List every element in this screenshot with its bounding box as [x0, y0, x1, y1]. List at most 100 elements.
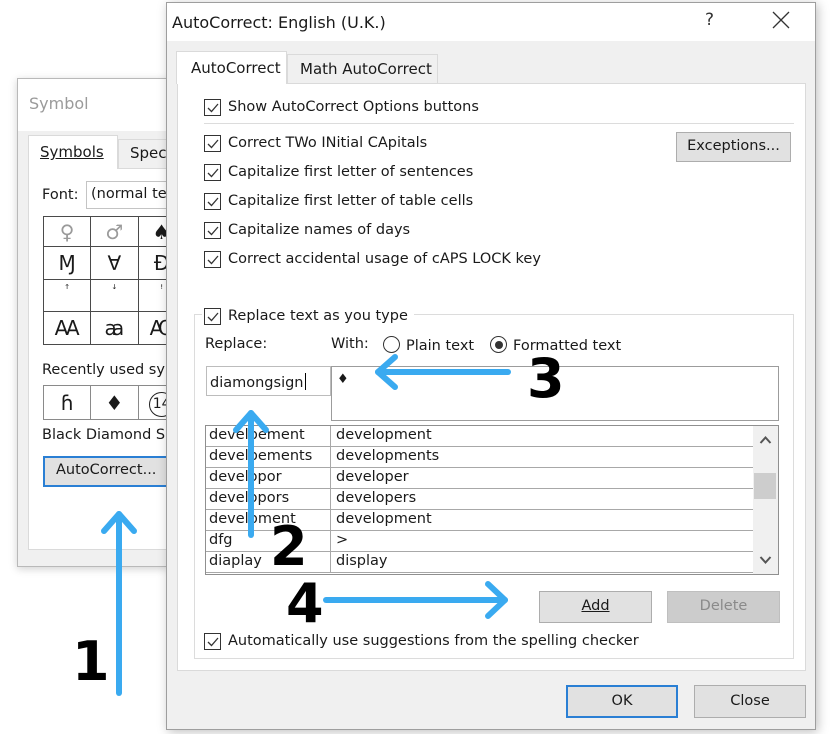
autocorrect-button[interactable]: AutoCorrect... — [43, 456, 168, 487]
symbol-cell[interactable]: ♠ — [137, 216, 168, 247]
entry-replace: develpements — [209, 448, 313, 464]
column-divider — [330, 552, 331, 573]
recent-symbols: ɦ ♦ 14 Ø — [42, 385, 168, 420]
chevron-up-icon[interactable] — [753, 428, 778, 452]
entry-with: developments — [336, 448, 440, 464]
symbol-grid: ♀ ♂ ♠ ♣ Ɱ ∀ Ɖ ⱱ ꜛ ꜜ ꜝ ꜟ Ꜳ ꜳ Ꜵ ꜵ — [42, 216, 168, 345]
help-button[interactable]: ? — [705, 10, 714, 30]
entry-replace: develpment — [209, 511, 296, 527]
add-button[interactable]: Add — [539, 591, 652, 623]
replace-as-you-type-checkbox[interactable] — [204, 307, 221, 325]
list-item[interactable]: develpement development — [206, 426, 753, 447]
symbol-cell[interactable]: ꜜ — [90, 279, 139, 312]
step-number-2: 2 — [270, 515, 308, 578]
show-options-checkbox[interactable] — [204, 98, 221, 116]
show-options-label: Show AutoCorrect Options buttons — [228, 99, 479, 115]
entry-with: development — [336, 511, 432, 527]
close-icon[interactable] — [767, 8, 795, 34]
exceptions-button[interactable]: Exceptions... — [676, 132, 791, 162]
option-checkbox[interactable] — [204, 134, 221, 152]
option-checkbox[interactable] — [204, 192, 221, 210]
entry-with: developer — [336, 469, 409, 485]
font-label: Font: — [42, 187, 79, 203]
step-number-4: 4 — [286, 572, 324, 635]
autocorrect-dialog: AutoCorrect: English (U.K.) ? AutoCorrec… — [166, 2, 816, 730]
entry-replace: diaplay — [209, 553, 262, 569]
symbol-cell[interactable]: ꜳ — [90, 311, 139, 345]
symbol-cell[interactable]: ∀ — [90, 246, 139, 280]
autocorrect-button-label: AutoCorrect... — [56, 462, 157, 478]
font-select[interactable]: (normal text) — [86, 181, 168, 209]
show-options-row: Show AutoCorrect Options buttons — [204, 96, 479, 118]
plain-text-option[interactable]: Plain text — [383, 336, 474, 354]
symbol-tabs: Symbols Speci — [28, 135, 168, 169]
spelling-suggestions-row: Automatically use suggestions from the s… — [204, 630, 639, 652]
tab-special-characters[interactable]: Speci — [118, 139, 168, 169]
step-number-3: 3 — [527, 347, 565, 410]
list-item[interactable]: developor developer — [206, 468, 753, 489]
entry-with: developers — [336, 490, 417, 506]
recent-symbol-cell[interactable]: ♦ — [90, 385, 139, 420]
column-divider — [330, 531, 331, 552]
spelling-suggestions-label: Automatically use suggestions from the s… — [228, 633, 639, 649]
symbol-cell[interactable]: ꜝ — [137, 279, 168, 312]
option-checkbox[interactable] — [204, 163, 221, 181]
column-divider — [330, 426, 331, 447]
recent-symbol-cell[interactable]: 14 — [137, 385, 168, 420]
spelling-suggestions-checkbox[interactable] — [204, 632, 221, 650]
symbol-cell[interactable]: ꜛ — [42, 279, 92, 312]
tab-math-autocorrect[interactable]: Math AutoCorrect — [287, 54, 438, 84]
scrollbar-thumb[interactable] — [754, 473, 776, 499]
option-label: Correct accidental usage of cAPS LOCK ke… — [228, 251, 541, 267]
option-label: Capitalize first letter of table cells — [228, 193, 474, 209]
replace-as-you-type-label: Replace text as you type — [228, 308, 408, 324]
list-scrollbar[interactable] — [753, 426, 778, 574]
plain-text-radio[interactable] — [383, 336, 400, 353]
formatted-text-radio[interactable] — [490, 336, 507, 353]
replace-input-value: diamongsign — [210, 375, 304, 391]
replace-as-you-type-row: Replace text as you type — [204, 305, 408, 327]
symbol-cell[interactable]: Ɱ — [42, 246, 92, 280]
option-checkbox[interactable] — [204, 250, 221, 268]
title-bar: AutoCorrect: English (U.K.) ? — [167, 3, 815, 41]
replace-input[interactable]: diamongsign — [206, 366, 331, 396]
recent-symbol-cell[interactable]: ɦ — [42, 385, 92, 420]
option-label: Capitalize first letter of sentences — [228, 164, 474, 180]
dialog-title: AutoCorrect: English (U.K.) — [172, 13, 386, 32]
list-item[interactable]: develpements developments — [206, 447, 753, 468]
symbol-cell[interactable]: Ɖ — [137, 246, 168, 280]
entry-with: development — [336, 427, 432, 443]
text-caret — [304, 373, 306, 390]
column-divider — [330, 510, 331, 531]
recently-used-label: Recently used symbols: — [42, 362, 168, 378]
add-button-label: Add — [581, 598, 610, 614]
entry-replace: dfg — [209, 532, 233, 548]
entry-replace: develpement — [209, 427, 305, 443]
symbol-cell[interactable]: ♂ — [90, 216, 139, 247]
list-item[interactable]: developors developers — [206, 489, 753, 510]
symbol-cell[interactable]: Ꜳ — [42, 311, 92, 345]
delete-button[interactable]: Delete — [667, 591, 780, 623]
with-input-value: ♦ — [337, 372, 349, 387]
entry-replace: developors — [209, 490, 290, 506]
chevron-down-icon[interactable] — [753, 548, 778, 572]
entry-replace: developor — [209, 469, 282, 485]
option-label: Correct TWo INitial CApitals — [228, 135, 428, 151]
symbol-cell[interactable]: ♀ — [42, 216, 92, 247]
separator — [204, 123, 794, 124]
close-button[interactable]: Close — [694, 685, 806, 718]
tab-autocorrect[interactable]: AutoCorrect — [176, 51, 287, 84]
ok-button[interactable]: OK — [566, 685, 678, 718]
option-row: Capitalize first letter of table cells — [204, 190, 473, 212]
tab-symbols[interactable]: Symbols — [28, 135, 118, 169]
option-checkbox[interactable] — [204, 221, 221, 239]
symbol-tab-panel: Font: (normal text) ♀ ♂ ♠ ♣ Ɱ ∀ Ɖ ⱱ ꜛ ꜜ … — [28, 168, 168, 550]
option-label: Capitalize names of days — [228, 222, 411, 238]
symbol-dialog: Symbol Symbols Speci Font: (normal text)… — [17, 78, 169, 567]
autocorrect-panel: Show AutoCorrect Options buttons Correct… — [177, 83, 806, 671]
symbol-cell[interactable]: Ꜵ — [137, 311, 168, 345]
step-number-1: 1 — [72, 630, 110, 693]
tab-symbols-label: Symbols — [40, 143, 104, 161]
replace-label: Replace: — [205, 336, 268, 352]
option-row: Capitalize first letter of sentences — [204, 161, 473, 183]
